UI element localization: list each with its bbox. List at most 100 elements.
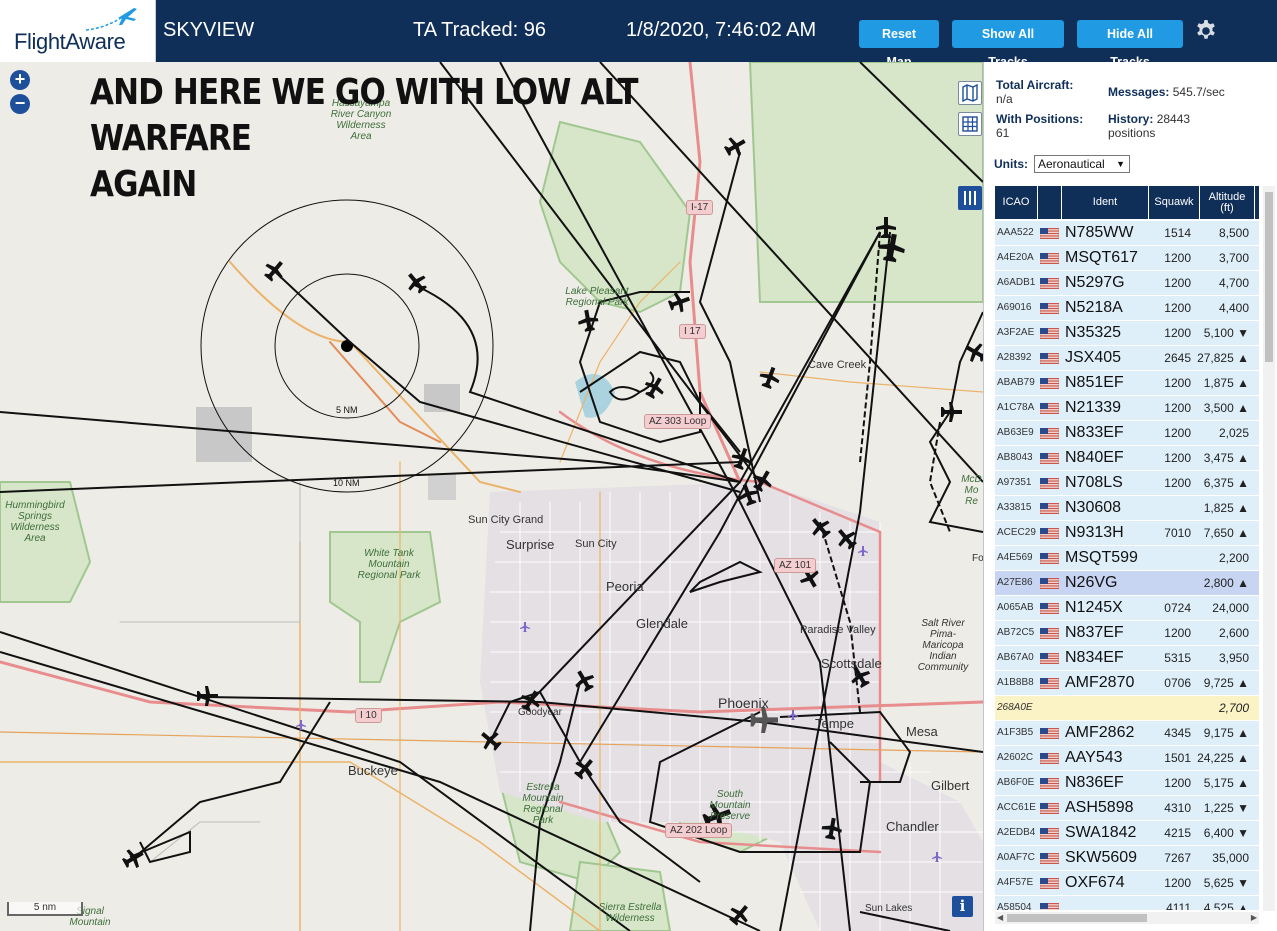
cell-icao: ACC61E [997,802,1036,813]
cell-icao: A28392 [997,352,1032,363]
cell-altitude: 1,875 ▲ [1203,376,1249,390]
logo-text: FlightAware [14,29,126,54]
cell-altitude: 2,700 [1218,701,1249,715]
column-ident[interactable]: Ident [1062,186,1149,219]
cell-squawk: 1200 [1164,251,1191,265]
column-squawk[interactable]: Squawk [1149,186,1200,219]
us-flag-icon [1040,828,1059,839]
us-flag-icon [1040,453,1059,464]
cell-ident: AMF2870 [1065,674,1135,691]
road-i10: I 10 [355,708,382,723]
cell-ident: ASH5898 [1065,799,1134,816]
table-row[interactable]: A4E569 MSQT599 2,200 [995,546,1259,571]
us-flag-icon [1040,253,1059,264]
place-phoenix: Phoenix [718,695,769,711]
horizontal-scrollbar[interactable]: ◀ ▶ [995,912,1259,924]
table-row[interactable]: AB63E9 N833EF 1200 2,025 [995,421,1259,446]
cell-ident: AAY543 [1065,749,1123,766]
salt-river-label: Salt River Pima-Maricopa Indian Communit… [917,618,969,673]
us-flag-icon [1040,728,1059,739]
scroll-right-icon[interactable]: ▶ [1251,913,1257,922]
cell-icao: A69016 [997,302,1032,313]
us-flag-icon [1040,553,1059,564]
cell-altitude: 9,175 ▲ [1203,726,1249,740]
units-selected-value: Aeronautical [1038,157,1105,171]
table-row[interactable]: AB8043 N840EF 1200 3,475 ▲ [995,446,1259,471]
column-flag[interactable] [1038,186,1062,219]
column-icao[interactable]: ICAO [995,186,1038,219]
us-flag-icon [1040,603,1059,614]
show-all-tracks-button[interactable]: Show All Tracks [952,20,1064,69]
table-row[interactable]: A4F57E OXF674 1200 5,625 ▼ [995,871,1259,896]
cell-squawk [1141,496,1191,520]
zoom-in-button[interactable]: + [10,70,30,90]
place-gilbert: Gilbert [931,778,970,793]
table-row[interactable]: A58504 4111 4,525 ▲ [995,896,1259,910]
cell-icao: A4E20A [997,252,1034,263]
cell-squawk: 7010 [1164,526,1191,540]
table-row[interactable]: A4E20A MSQT617 1200 3,700 [995,246,1259,271]
table-row[interactable]: A28392 JSX405 2645 27,825 ▲ [995,346,1259,371]
table-row[interactable]: ACEC29 N9313H 7010 7,650 ▲ [995,521,1259,546]
cell-ident: N837EF [1065,624,1124,641]
table-row[interactable]: A27E86 N26VG 2,800 ▲ [995,571,1259,596]
cell-altitude: 35,000 [1212,851,1249,865]
cell-icao: ACEC29 [997,527,1036,538]
place-scottsdale: Scottsdale [821,656,882,671]
us-flag-icon [1040,853,1059,864]
table-row[interactable]: A69016 N5218A 1200 4,400 [995,296,1259,321]
place-glendale: Glendale [636,616,689,631]
flightaware-logo[interactable]: FlightAware [0,0,156,62]
units-select[interactable]: Aeronautical ▼ [1034,155,1130,173]
history-unit: positions [1108,126,1156,140]
column-altitude[interactable]: Altitude (ft) [1200,186,1255,219]
gear-icon[interactable] [1194,19,1218,43]
vertical-scroll-thumb[interactable] [1265,192,1273,362]
table-row[interactable]: ACC61E ASH5898 4310 1,225 ▼ [995,796,1259,821]
us-flag-icon [1040,228,1059,239]
cell-icao: A2602C [997,752,1034,763]
zoom-out-button[interactable]: − [10,94,30,114]
table-row[interactable]: ABAB79 N851EF 1200 1,875 ▲ [995,371,1259,396]
horizontal-scroll-thumb[interactable] [1007,914,1147,922]
cell-ident: N21339 [1065,399,1122,416]
table-row[interactable]: AB6F0E N836EF 1200 5,175 ▲ [995,771,1259,796]
map-layers-button[interactable] [958,81,982,105]
hide-all-tracks-button[interactable]: Hide All Tracks [1077,20,1183,69]
table-row[interactable]: AAA522 N785WW 1514 8,500 [995,221,1259,246]
map-canvas[interactable]: 5 NM 10 NM Cave Creek Sun City Grand Sur… [0,62,983,931]
park-sierra-estrella: Sierra Estrella Wilderness [598,902,662,924]
reset-map-button[interactable]: Reset Map [859,20,939,69]
table-row[interactable]: A1C78A N21339 1200 3,500 ▲ [995,396,1259,421]
table-row[interactable]: A1F3B5 AMF2862 4345 9,175 ▲ [995,721,1259,746]
table-row[interactable]: AB67A0 N834EF 5315 3,950 [995,646,1259,671]
ring-label-5nm: 5 NM [336,405,358,415]
with-positions-value: 61 [996,126,1010,140]
scroll-left-icon[interactable]: ◀ [997,913,1003,922]
park-hummingbird: Hummingbird Springs Wilderness Area [5,500,65,544]
table-row[interactable]: A1B8B8 AMF2870 0706 9,725 ▲ [995,671,1259,696]
cell-ident: JSX405 [1065,349,1122,366]
table-row[interactable]: A6ADB1 N5297G 1200 4,700 [995,271,1259,296]
table-row[interactable]: A0AF7C SKW5609 7267 35,000 [995,846,1259,871]
columns-toggle-button[interactable] [958,186,982,210]
table-row[interactable]: A33815 N30608 1,825 ▲ [995,496,1259,521]
cell-icao: A1F3B5 [997,727,1034,738]
cell-squawk: 1200 [1164,376,1191,390]
table-row[interactable]: 268A0E 2,700 [995,696,1259,721]
table-row[interactable]: A065AB N1245X 0724 24,000 [995,596,1259,621]
map-grid-button[interactable] [958,112,982,136]
table-row[interactable]: AB72C5 N837EF 1200 2,600 [995,621,1259,646]
table-row[interactable]: A2602C AAY543 1501 24,225 ▲ [995,746,1259,771]
units-label: Units: [994,157,1028,171]
cell-altitude: 6,375 ▲ [1203,476,1249,490]
us-flag-icon [1040,578,1059,589]
table-row[interactable]: A2EDB4 SWA1842 4215 6,400 ▼ [995,821,1259,846]
table-row[interactable]: A3F2AE N35325 1200 5,100 ▼ [995,321,1259,346]
info-button[interactable]: i [952,896,973,917]
cell-squawk: 1200 [1164,276,1191,290]
vertical-scrollbar[interactable] [1263,186,1275,911]
table-row[interactable]: A97351 N708LS 1200 6,375 ▲ [995,471,1259,496]
messages-value: 545.7/sec [1172,85,1225,99]
cell-ident: N708LS [1065,474,1123,491]
